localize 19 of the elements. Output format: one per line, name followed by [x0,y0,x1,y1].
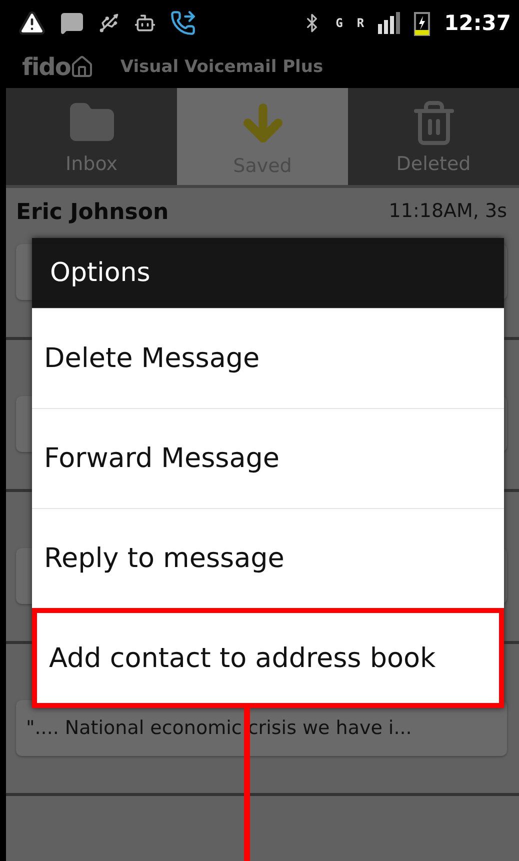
battery-charging-icon [414,10,430,36]
phone-icon [170,10,196,36]
message-icon [60,10,84,34]
menu-item[interactable]: Add contact to address book [32,608,504,708]
menu-item[interactable]: Delete Message [32,308,504,408]
menu-item[interactable]: Forward Message [32,408,504,508]
clock: 12:37 [444,10,511,34]
logo-text: fido [22,52,70,80]
message-time: 11:18AM, 3s [388,200,507,224]
signal-icon [378,12,400,34]
menu-item[interactable]: Reply to message [32,508,504,608]
roaming-indicator: R [356,16,364,30]
caller-name: Eric Johnson [16,200,169,227]
network-type: G [336,16,343,30]
warning-icon [18,8,46,36]
app-title: Visual Voicemail Plus [120,56,324,76]
home-icon[interactable] [70,54,94,78]
dialog-title: Options [50,258,150,288]
usb-icon [98,12,120,34]
